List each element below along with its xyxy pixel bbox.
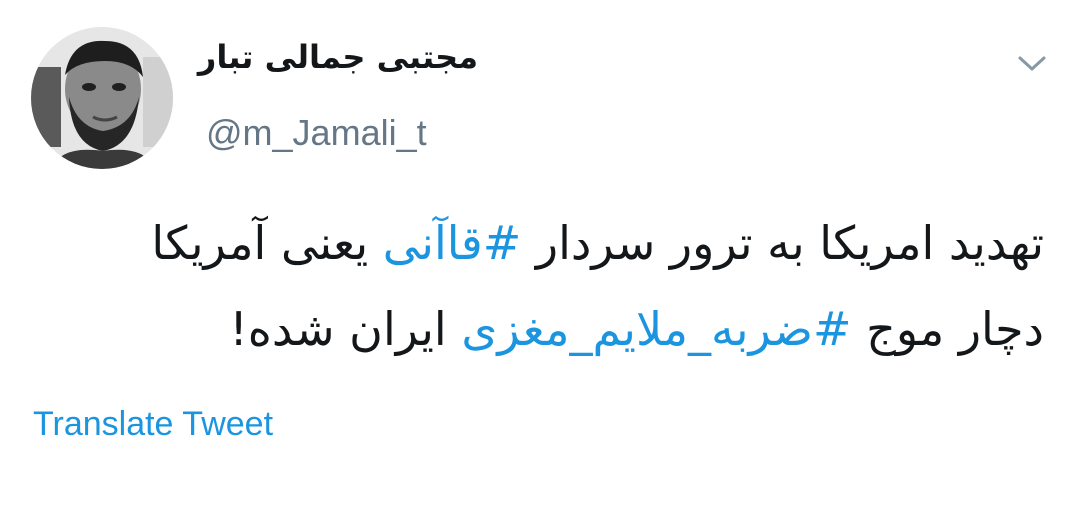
translate-tweet-link[interactable]: Translate Tweet <box>33 405 273 444</box>
tweet-text: تهدید امریکا به ترور سردار #قاآنی یعنی آ… <box>34 200 1044 372</box>
avatar[interactable] <box>31 27 173 169</box>
user-handle[interactable]: @m_Jamali_t <box>206 112 427 154</box>
hashtag-link[interactable]: #ضربه_ملایم_مغزی <box>461 302 851 356</box>
tweet-card: مجتبی جمالی تبار @m_Jamali_t تهدید امریک… <box>0 0 1080 518</box>
display-name[interactable]: مجتبی جمالی تبار <box>198 38 478 76</box>
hashtag-link[interactable]: #قاآنی <box>383 216 521 270</box>
tweet-text-segment: ایران شده! <box>229 302 462 356</box>
tweet-text-segment: تهدید امریکا به ترور سردار <box>521 216 1044 270</box>
profile-photo-icon <box>31 27 173 169</box>
tweet-line-1: تهدید امریکا به ترور سردار #قاآنی یعنی آ… <box>34 200 1044 286</box>
tweet-line-2: دچار موج #ضربه_ملایم_مغزی ایران شده! <box>34 286 1044 372</box>
tweet-text-segment: یعنی آمریکا <box>151 216 383 270</box>
chevron-down-icon[interactable] <box>1012 48 1052 80</box>
tweet-text-segment: دچار موج <box>851 302 1044 356</box>
